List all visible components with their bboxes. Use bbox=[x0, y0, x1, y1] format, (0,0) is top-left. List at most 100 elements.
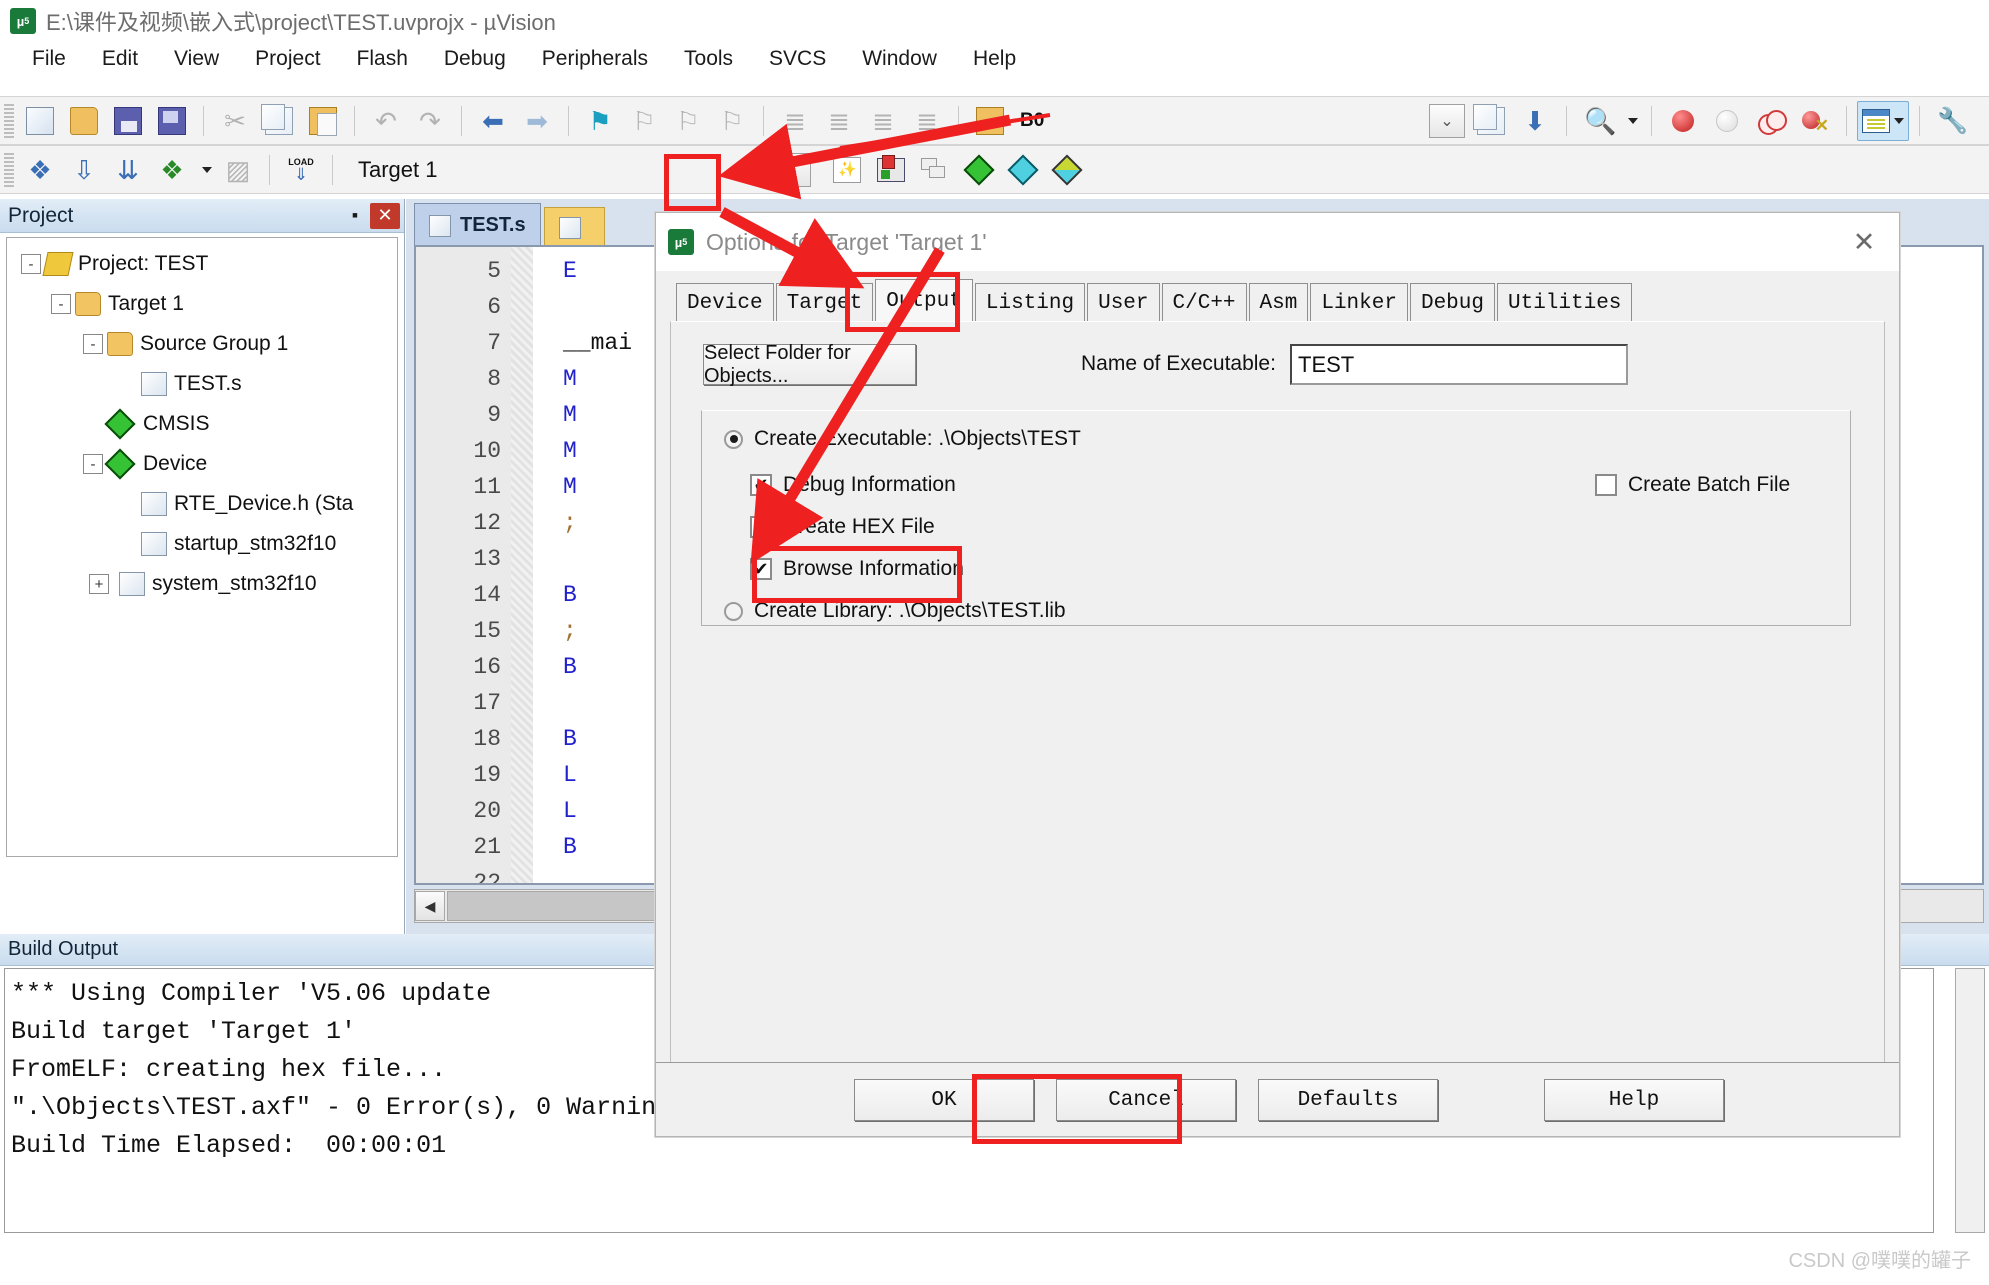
name-of-executable-input[interactable]: TEST bbox=[1290, 344, 1628, 385]
create-hex-file-checkbox[interactable]: ✔ Create HEX File bbox=[750, 515, 935, 539]
tab-listing[interactable]: Listing bbox=[975, 283, 1085, 323]
tab-user[interactable]: User bbox=[1087, 283, 1159, 323]
uncomment-icon[interactable]: ≣ bbox=[906, 101, 948, 141]
redo-icon[interactable]: ↷ bbox=[409, 101, 451, 141]
copy-icon[interactable] bbox=[258, 101, 300, 141]
translate-file-icon[interactable]: ❖ bbox=[19, 150, 61, 190]
tree-node-project[interactable]: - Project: TEST bbox=[7, 244, 397, 284]
expander-icon[interactable]: - bbox=[83, 454, 103, 474]
bookmark-toggle-icon[interactable]: ⚑ bbox=[579, 101, 621, 141]
ok-button[interactable]: OK bbox=[854, 1079, 1034, 1121]
close-icon[interactable]: ✕ bbox=[370, 203, 400, 229]
find-dropdown-arrow-icon[interactable] bbox=[1621, 101, 1641, 141]
save-all-button[interactable] bbox=[151, 101, 193, 141]
select-folder-for-objects-button[interactable]: Select Folder for Objects... bbox=[703, 344, 916, 385]
expander-icon[interactable]: - bbox=[51, 294, 71, 314]
new-file-button[interactable] bbox=[19, 101, 61, 141]
tree-node-device[interactable]: - Device bbox=[7, 444, 397, 484]
toolbar-grip[interactable] bbox=[4, 153, 14, 187]
batch-build-dropdown-icon[interactable] bbox=[195, 150, 215, 190]
tab-output[interactable]: Output bbox=[875, 279, 973, 323]
tree-node-target[interactable]: - Target 1 bbox=[7, 284, 397, 324]
tree-node-source-group[interactable]: - Source Group 1 bbox=[7, 324, 397, 364]
project-window-toggle-button[interactable] bbox=[1857, 101, 1909, 141]
find-icon[interactable]: 🔍 bbox=[1577, 101, 1619, 141]
menu-project[interactable]: Project bbox=[237, 47, 338, 71]
find-in-files-icon[interactable] bbox=[1470, 101, 1512, 141]
expander-icon[interactable]: + bbox=[89, 574, 109, 594]
menu-edit[interactable]: Edit bbox=[84, 47, 156, 71]
menu-file[interactable]: File bbox=[14, 47, 84, 71]
bookmark-next-icon[interactable]: ⚐ bbox=[667, 101, 709, 141]
create-executable-radio[interactable]: Create Executable: .\Objects\TEST bbox=[724, 427, 1081, 451]
kill-all-breakpoints-icon[interactable] bbox=[1794, 101, 1836, 141]
menu-debug[interactable]: Debug bbox=[426, 47, 524, 71]
code-folding-margin[interactable] bbox=[511, 247, 533, 883]
options-for-target-button[interactable] bbox=[826, 150, 868, 190]
create-batch-file-checkbox[interactable]: Create Batch File bbox=[1595, 473, 1790, 497]
manage-run-time-environment-button[interactable] bbox=[870, 150, 912, 190]
back-arrow-icon[interactable]: ⬅ bbox=[472, 101, 514, 141]
menu-tools[interactable]: Tools bbox=[666, 47, 751, 71]
tab-utilities[interactable]: Utilities bbox=[1497, 283, 1632, 323]
comment-icon[interactable]: ≣ bbox=[862, 101, 904, 141]
tree-node-rte-device-h[interactable]: RTE_Device.h (Sta bbox=[7, 484, 397, 524]
tab-debug[interactable]: Debug bbox=[1410, 283, 1495, 323]
menu-svcs[interactable]: SVCS bbox=[751, 47, 844, 71]
pack-installer-button[interactable] bbox=[958, 150, 1000, 190]
close-icon[interactable]: ✕ bbox=[1841, 227, 1887, 258]
tab-linker[interactable]: Linker bbox=[1310, 283, 1408, 323]
paste-icon[interactable] bbox=[302, 101, 344, 141]
batch-build-icon[interactable]: ❖ bbox=[151, 150, 193, 190]
bookmark-prev-icon[interactable]: ⚐ bbox=[623, 101, 665, 141]
open-batch-icon[interactable] bbox=[969, 101, 1011, 141]
configuration-wizard-icon[interactable]: 🔧 bbox=[1930, 101, 1972, 141]
forward-arrow-icon[interactable]: ➡ bbox=[516, 101, 558, 141]
stop-build-icon[interactable]: ▨ bbox=[217, 150, 259, 190]
rebuild-all-icon[interactable]: ⇊ bbox=[107, 150, 149, 190]
browse-information-checkbox[interactable]: ✔ Browse Information bbox=[750, 557, 964, 581]
defaults-button[interactable]: Defaults bbox=[1258, 1079, 1438, 1121]
menu-flash[interactable]: Flash bbox=[339, 47, 426, 71]
expander-icon[interactable]: - bbox=[21, 254, 41, 274]
select-software-packs-button[interactable] bbox=[1002, 150, 1044, 190]
build-target-icon[interactable]: ⇩ bbox=[63, 150, 105, 190]
target-selector[interactable]: Target 1 bbox=[342, 150, 772, 190]
cancel-button[interactable]: Cancel bbox=[1056, 1079, 1236, 1121]
menu-help[interactable]: Help bbox=[955, 47, 1034, 71]
tab-device[interactable]: Device bbox=[676, 283, 774, 323]
menu-window[interactable]: Window bbox=[844, 47, 955, 71]
debug-information-checkbox[interactable]: ✔ Debug Information bbox=[750, 473, 956, 497]
toolbar-dropdown-button[interactable]: ⌄ bbox=[1426, 101, 1468, 141]
indent-icon[interactable]: ≣ bbox=[774, 101, 816, 141]
toolbar-grip[interactable] bbox=[4, 104, 14, 138]
menu-peripherals[interactable]: Peripherals bbox=[524, 47, 666, 71]
manage-multi-project-button[interactable] bbox=[914, 150, 956, 190]
editor-tab-second[interactable] bbox=[544, 207, 605, 247]
build-output-vertical-scrollbar[interactable] bbox=[1955, 968, 1985, 1233]
pin-icon[interactable]: ▪ bbox=[340, 205, 370, 226]
tree-node-test-s[interactable]: TEST.s bbox=[7, 364, 397, 404]
tree-node-startup[interactable]: startup_stm32f10 bbox=[7, 524, 397, 564]
open-file-button[interactable] bbox=[63, 101, 105, 141]
create-library-radio[interactable]: Create Library: .\Objects\TEST.lib bbox=[724, 599, 1066, 623]
tab-c-cpp[interactable]: C/C++ bbox=[1162, 283, 1247, 323]
tree-node-system[interactable]: + system_stm32f10 bbox=[7, 564, 397, 604]
help-button[interactable]: Help bbox=[1544, 1079, 1724, 1121]
outdent-icon[interactable]: ≣ bbox=[818, 101, 860, 141]
tab-target[interactable]: Target bbox=[776, 283, 874, 323]
incremental-find-icon[interactable]: ⬇ bbox=[1514, 101, 1556, 141]
menu-view[interactable]: View bbox=[156, 47, 237, 71]
disable-all-breakpoints-icon[interactable] bbox=[1750, 101, 1792, 141]
editor-tab-test-s[interactable]: TEST.s bbox=[414, 203, 541, 247]
target-selector-dropdown-icon[interactable]: ⌄ bbox=[773, 150, 813, 190]
tab-asm[interactable]: Asm bbox=[1249, 283, 1309, 323]
save-button[interactable] bbox=[107, 101, 149, 141]
cut-icon[interactable]: ✂ bbox=[214, 101, 256, 141]
scroll-left-arrow-icon[interactable]: ◀ bbox=[415, 891, 445, 921]
manage-packs-button[interactable] bbox=[1046, 150, 1088, 190]
disable-breakpoint-icon[interactable] bbox=[1706, 101, 1748, 141]
project-tree[interactable]: - Project: TEST - Target 1 - Source Grou… bbox=[6, 237, 398, 857]
download-icon[interactable]: LOAD⇓ bbox=[280, 150, 322, 190]
expander-icon[interactable]: - bbox=[83, 334, 103, 354]
